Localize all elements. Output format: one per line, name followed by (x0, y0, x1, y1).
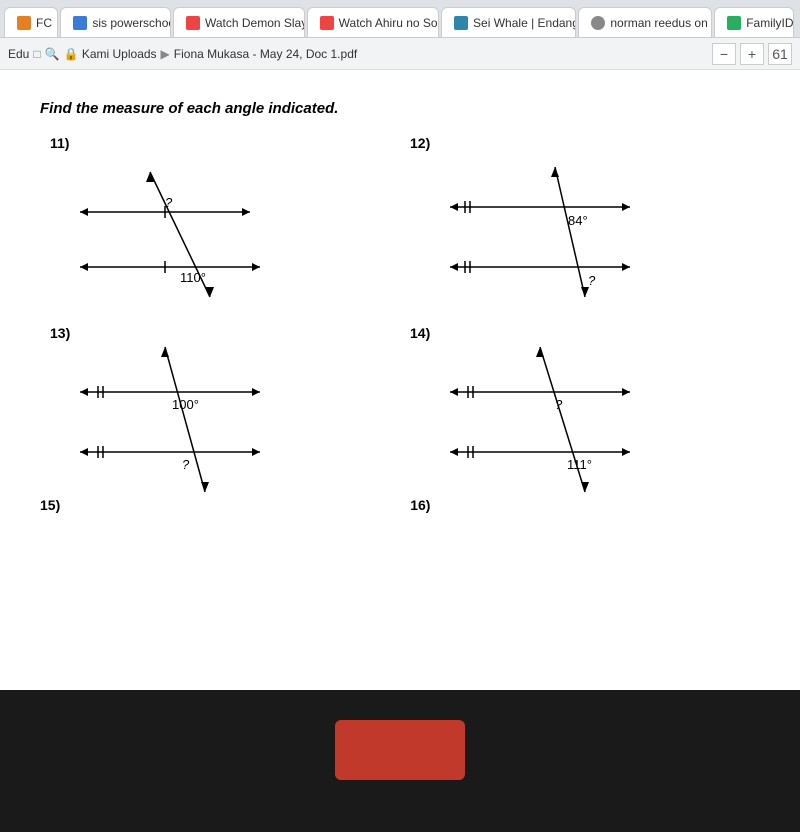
pdf-content: Find the measure of each angle indicated… (0, 70, 800, 533)
tab-familyid-label: FamilyID (746, 16, 793, 30)
label-12-angle: 84° (568, 213, 588, 228)
diagram-11: ? 110° (50, 152, 310, 312)
label-11-unknown: ? (165, 195, 173, 210)
tab-ahiru-label: Watch Ahiru no Sor... (339, 16, 439, 30)
tab-norman-label: norman reedus on I... (610, 16, 712, 30)
demon-favicon (186, 16, 200, 30)
fc-favicon (17, 16, 31, 30)
browser-tabs: FC sis powerschool Watch Demon Slay... W… (0, 0, 800, 38)
red-object (335, 720, 465, 780)
pdf-content-area: Find the measure of each angle indicated… (0, 70, 800, 690)
tab-fc[interactable]: FC (4, 7, 58, 37)
problems-grid: 11) (40, 127, 760, 507)
sis-favicon (73, 16, 87, 30)
problem-14: 14) (400, 317, 760, 507)
tab-whale-label: Sei Whale | Endang... (473, 16, 576, 30)
breadcrumb-kami: 🔒 Kami Uploads (64, 47, 157, 61)
problem-13: 13) (40, 317, 400, 507)
window-controls: − + 61 (712, 43, 792, 65)
problem-12: 12) (400, 127, 760, 317)
breadcrumb-filename: Fiona Mukasa - May 24, Doc 1.pdf (174, 47, 357, 61)
zoom-level: 61 (768, 43, 792, 65)
bottom-dark-area (0, 690, 800, 832)
breadcrumb-edu: Edu (8, 47, 29, 61)
problem-11: 11) (40, 127, 400, 317)
tab-powerschool[interactable]: sis powerschool (60, 7, 171, 37)
tab-norman[interactable]: norman reedus on I... (578, 7, 712, 37)
diagram-14: ? 111° (410, 337, 690, 507)
problem-11-number: 11) (50, 135, 69, 151)
familyid-favicon (727, 16, 741, 30)
browser-bar: Edu □ 🔍 🔒 Kami Uploads ▶ Fiona Mukasa - … (0, 38, 800, 70)
label-11-angle: 110° (180, 270, 206, 285)
tab-fc-label: FC (36, 16, 52, 30)
norman-favicon (591, 16, 605, 30)
minimize-button[interactable]: − (712, 43, 736, 65)
diagram-13: 100° ? (50, 337, 310, 507)
label-14-unknown: ? (555, 397, 563, 412)
label-14-angle: 111° (567, 457, 592, 472)
breadcrumb: Edu □ 🔍 🔒 Kami Uploads ▶ Fiona Mukasa - … (8, 47, 357, 61)
ahiru-favicon (320, 16, 334, 30)
breadcrumb-search: 🔍 (45, 47, 60, 61)
tab-demon-slay[interactable]: Watch Demon Slay... (173, 7, 305, 37)
diagram-12: 84° ? (410, 147, 690, 317)
tab-ahiru[interactable]: Watch Ahiru no Sor... (307, 7, 439, 37)
label-12-unknown: ? (588, 273, 596, 288)
tab-powerschool-label: sis powerschool (92, 16, 171, 30)
label-13-unknown: ? (182, 457, 190, 472)
maximize-button[interactable]: + (740, 43, 764, 65)
tab-familyid[interactable]: FamilyID (714, 7, 794, 37)
tab-demon-label: Watch Demon Slay... (205, 16, 305, 30)
breadcrumb-sep2: ▶ (161, 47, 170, 61)
tab-sei-whale[interactable]: Sei Whale | Endang... (441, 7, 576, 37)
main-instruction: Find the measure of each angle indicated… (40, 100, 760, 117)
breadcrumb-sep1: □ (33, 47, 40, 61)
whale-favicon (454, 16, 468, 30)
label-13-angle: 100° (172, 397, 199, 412)
